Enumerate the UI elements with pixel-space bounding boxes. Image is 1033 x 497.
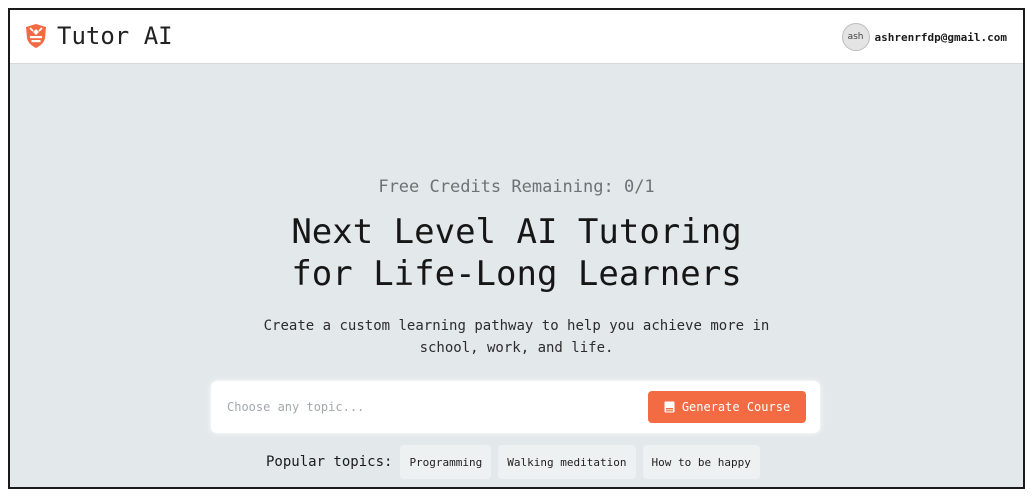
- generate-course-button[interactable]: Generate Course: [648, 391, 806, 423]
- headline-line-2: for Life-Long Learners: [291, 254, 742, 294]
- popular-topics: Popular topics: Programming Walking medi…: [266, 445, 767, 479]
- topic-chip-how-to-be-happy[interactable]: How to be happy: [642, 445, 760, 479]
- page-subtitle: Create a custom learning pathway to help…: [10, 315, 1023, 359]
- top-nav: Tutor AI ash ashrenrfdp@gmail.com: [10, 10, 1023, 64]
- subtitle-line-1: Create a custom learning pathway to help…: [263, 318, 770, 334]
- generate-course-label: Generate Course: [681, 400, 791, 414]
- page-title: Next Level AI Tutoring for Life-Long Lea…: [10, 211, 1023, 295]
- bee-shield-icon[interactable]: [24, 23, 48, 49]
- app-window: Tutor AI ash ashrenrfdp@gmail.com Free C…: [8, 8, 1025, 489]
- book-icon: [664, 401, 675, 413]
- credits-remaining: Free Credits Remaining: 0/1: [378, 177, 655, 197]
- topic-chip-programming[interactable]: Programming: [400, 445, 492, 479]
- topic-input[interactable]: [227, 394, 627, 420]
- topic-search-card: Generate Course: [211, 381, 820, 433]
- popular-topics-label: Popular topics:: [266, 454, 393, 470]
- headline-line-1: Next Level AI Tutoring: [291, 212, 742, 252]
- user-email: ashrenrfdp@gmail.com: [874, 30, 1007, 44]
- topic-chip-walking-meditation[interactable]: Walking meditation: [498, 445, 636, 479]
- user-menu[interactable]: ash ashrenrfdp@gmail.com: [841, 23, 1007, 51]
- subtitle-line-2: school, work, and life.: [419, 340, 614, 356]
- app-title[interactable]: Tutor AI: [57, 21, 173, 51]
- avatar[interactable]: ash: [841, 23, 870, 51]
